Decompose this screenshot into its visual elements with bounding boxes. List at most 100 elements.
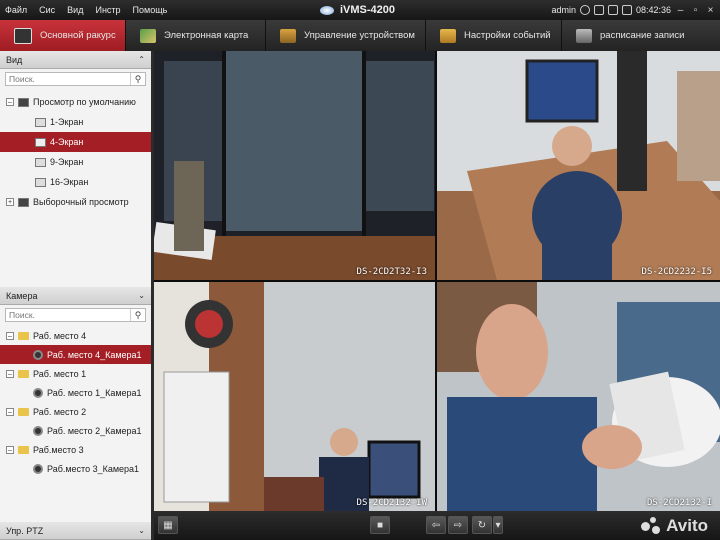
collapse-icon[interactable]: – xyxy=(6,98,14,106)
layout-select-button[interactable]: ▦ xyxy=(158,516,178,534)
maximize-icon[interactable]: ▫ xyxy=(690,5,701,16)
menu-view[interactable]: Вид xyxy=(61,0,89,20)
search-icon[interactable]: ⚲ xyxy=(130,309,145,321)
tree-camera-workplace-2[interactable]: Раб. место 2_Камера1 xyxy=(0,421,151,440)
folder-icon xyxy=(18,445,29,454)
module-tabs: Основной ракурс Электронная карта Управл… xyxy=(0,20,720,51)
camera-search-input[interactable] xyxy=(6,309,130,321)
tree-item-label: Раб. место 2_Камера1 xyxy=(47,425,142,436)
window-layout-icon: ▦ xyxy=(163,519,173,531)
camera-icon xyxy=(33,349,43,360)
view-panel-header[interactable]: Вид ⌃ xyxy=(0,51,151,69)
camera-icon xyxy=(33,387,43,398)
tree-item-label: Выборочный просмотр xyxy=(33,197,129,207)
device-icon xyxy=(280,28,296,43)
video-window-3[interactable]: DS-2CD2132-IW xyxy=(154,282,435,511)
minimize-icon[interactable]: – xyxy=(675,5,686,16)
tree-group-workplace-4[interactable]: – Раб. место 4 xyxy=(0,326,151,345)
view-search-input[interactable] xyxy=(6,73,130,85)
left-panel: Вид ⌃ ⚲ – Просмотр по умолчанию 1-Экран … xyxy=(0,51,151,540)
collapse-icon[interactable]: – xyxy=(6,407,14,416)
auto-switch-dropdown[interactable]: ▾ xyxy=(493,516,503,534)
tab-emap[interactable]: Электронная карта xyxy=(126,20,266,51)
video-window-1[interactable]: DS-2CD2T32-I3 xyxy=(154,51,435,280)
monitor-icon xyxy=(14,27,32,44)
video-frame-2 xyxy=(437,51,720,280)
menu-file[interactable]: Файл xyxy=(0,0,33,20)
tree-item-label: 1-Экран xyxy=(50,117,84,127)
tree-item-default-view[interactable]: – Просмотр по умолчанию xyxy=(0,92,151,112)
view-tree: – Просмотр по умолчанию 1-Экран 4-Экран … xyxy=(0,92,151,212)
status-area: admin 08:42:36 – ▫ × xyxy=(551,0,720,20)
tab-event-settings[interactable]: Настройки событий xyxy=(426,20,562,51)
network-icon[interactable] xyxy=(579,5,590,15)
avito-logo-icon xyxy=(641,517,663,535)
video-window-2[interactable]: DS-2CD2232-I5 xyxy=(437,51,720,280)
camera-label-1: DS-2CD2T32-I3 xyxy=(356,267,427,277)
collapse-icon[interactable]: – xyxy=(6,369,14,378)
chevron-down-icon[interactable]: ⌄ xyxy=(138,526,145,535)
menu-system[interactable]: Сис xyxy=(33,0,61,20)
tree-item-16-screen[interactable]: 16-Экран xyxy=(0,172,151,192)
folder-icon xyxy=(18,407,29,416)
arrow-right-icon: ⇨ xyxy=(453,519,463,531)
chevron-down-icon[interactable]: ⌄ xyxy=(138,291,145,300)
tree-item-label: 4-Экран xyxy=(50,137,84,147)
auto-switch-button[interactable]: ↻ xyxy=(472,516,492,534)
expand-icon[interactable]: + xyxy=(6,198,14,206)
ptz-panel-header[interactable]: Упр. PTZ ⌄ xyxy=(0,522,151,540)
tree-group-workplace-3[interactable]: – Раб.место 3 xyxy=(0,440,151,459)
tree-item-label: Раб. место 2 xyxy=(33,406,87,417)
video-grid: DS-2CD2T32-I3 DS-2CD2232-I5 DS-2CD2132-I… xyxy=(154,51,720,511)
keyboard-icon[interactable] xyxy=(607,5,618,15)
tab-device-management[interactable]: Управление устройством xyxy=(266,20,426,51)
video-window-4[interactable]: DS-2CD2132-I xyxy=(437,282,720,511)
video-frame-1 xyxy=(154,51,435,280)
camera-panel-title: Камера xyxy=(6,290,38,301)
camera-icon xyxy=(33,463,43,474)
collapse-icon[interactable]: – xyxy=(6,331,14,340)
tree-item-9-screen[interactable]: 9-Экран xyxy=(0,152,151,172)
close-icon[interactable]: × xyxy=(705,5,716,16)
username: admin xyxy=(551,5,576,15)
camera-icon xyxy=(33,425,43,436)
next-page-button[interactable]: ⇨ xyxy=(448,516,468,534)
tab-main-view[interactable]: Основной ракурс xyxy=(0,20,126,51)
layout-16-icon xyxy=(35,177,46,187)
ptz-panel-title: Упр. PTZ xyxy=(6,525,44,536)
tab-record-schedule[interactable]: расписание записи xyxy=(562,20,720,51)
tree-item-label: Раб. место 4_Камера1 xyxy=(47,349,142,360)
layout-1-icon xyxy=(35,117,46,127)
app-title: iVMS-4200 xyxy=(320,0,395,20)
tree-item-1-screen[interactable]: 1-Экран xyxy=(0,112,151,132)
search-icon[interactable]: ⚲ xyxy=(130,73,145,85)
video-frame-3 xyxy=(154,282,435,511)
tree-item-label: Раб. место 1 xyxy=(33,368,87,379)
map-icon xyxy=(140,28,156,43)
tree-camera-workplace-4[interactable]: Раб. место 4_Камера1 xyxy=(0,345,151,364)
tree-item-4-screen[interactable]: 4-Экран xyxy=(0,132,151,152)
collapse-icon[interactable]: – xyxy=(6,445,14,454)
chevron-up-icon[interactable]: ⌃ xyxy=(138,55,145,64)
chevron-down-icon: ▾ xyxy=(495,519,501,531)
refresh-icon: ↻ xyxy=(477,519,487,531)
tree-camera-workplace-1[interactable]: Раб. место 1_Камера1 xyxy=(0,383,151,402)
camera-tree: – Раб. место 4 Раб. место 4_Камера1 – Ра… xyxy=(0,326,151,478)
tree-group-workplace-1[interactable]: – Раб. место 1 xyxy=(0,364,151,383)
tab-label: Управление устройством xyxy=(304,30,415,41)
arrow-left-icon: ⇦ xyxy=(431,519,441,531)
tab-label: Электронная карта xyxy=(164,30,249,41)
playback-toolbar: ▦ ■ ⇦ ⇨ ↻ ▾ Avito xyxy=(154,511,720,540)
tree-item-custom-view[interactable]: + Выборочный просмотр xyxy=(0,192,151,212)
camera-label-3: DS-2CD2132-IW xyxy=(356,498,427,508)
stop-all-button[interactable]: ■ xyxy=(370,516,390,534)
menu-help[interactable]: Помощь xyxy=(127,0,174,20)
menu-tools[interactable]: Инстр xyxy=(89,0,126,20)
tree-camera-workplace-3[interactable]: Раб.место 3_Камера1 xyxy=(0,459,151,478)
camera-panel-header[interactable]: Камера ⌄ xyxy=(0,287,151,305)
tree-group-workplace-2[interactable]: – Раб. место 2 xyxy=(0,402,151,421)
camera-search: ⚲ xyxy=(5,308,146,322)
tree-item-label: Раб. место 1_Камера1 xyxy=(47,387,142,398)
lock-icon[interactable] xyxy=(593,5,604,15)
previous-page-button[interactable]: ⇦ xyxy=(426,516,446,534)
